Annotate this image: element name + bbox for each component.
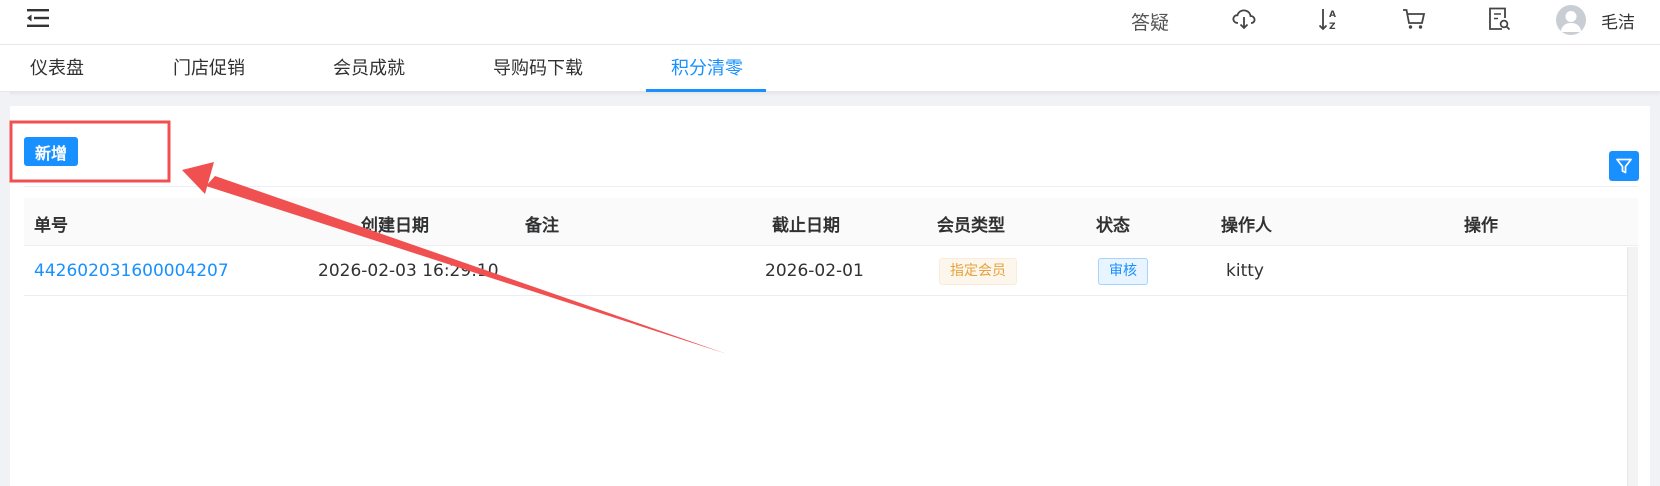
- order-number-link[interactable]: 442602031600004207: [34, 261, 229, 281]
- operator-cell: kitty: [1226, 261, 1264, 281]
- created-date-cell: 2026-02-03 16:29:10: [318, 261, 499, 281]
- column-header-deadline: 截止日期: [772, 216, 840, 236]
- add-button[interactable]: 新增: [24, 137, 78, 166]
- content-panel: [10, 106, 1650, 486]
- member-type-tag: 指定会员: [939, 258, 1017, 285]
- sort-az-icon[interactable]: A Z: [1316, 6, 1342, 32]
- svg-text:Z: Z: [1329, 22, 1336, 32]
- tab-store-promotion[interactable]: 门店促销: [173, 45, 245, 92]
- svg-text:A: A: [1329, 10, 1336, 20]
- table-row: 442602031600004207 2026-02-03 16:29:10 2…: [24, 247, 1628, 296]
- filter-icon: [1616, 158, 1632, 174]
- column-header-action: 操作: [1464, 216, 1498, 236]
- column-header-order-no: 单号: [34, 216, 68, 236]
- tab-dashboard[interactable]: 仪表盘: [30, 45, 84, 92]
- column-header-status: 状态: [1096, 216, 1130, 236]
- deadline-cell: 2026-02-01: [765, 261, 864, 281]
- column-header-member-type: 会员类型: [937, 216, 1005, 236]
- menu-fold-icon[interactable]: [26, 7, 52, 29]
- vertical-scrollbar[interactable]: [1627, 247, 1638, 486]
- divider: [24, 186, 1638, 187]
- tab-points-clear[interactable]: 积分清零: [671, 45, 743, 92]
- cart-icon[interactable]: [1401, 6, 1427, 32]
- cloud-download-icon[interactable]: [1231, 6, 1257, 32]
- column-header-created-date: 创建日期: [361, 216, 429, 236]
- username[interactable]: 毛洁: [1601, 8, 1635, 33]
- table-header: 单号 创建日期 备注 截止日期 会员类型 状态 操作人 操作: [24, 198, 1638, 246]
- qa-link[interactable]: 答疑: [1131, 8, 1169, 35]
- status-badge: 审核: [1098, 258, 1148, 285]
- tab-bar: 仪表盘 门店促销 会员成就 导购码下载 积分清零: [0, 44, 1660, 92]
- tab-member-achievement[interactable]: 会员成就: [333, 45, 405, 92]
- column-header-operator: 操作人: [1221, 216, 1272, 236]
- filter-button[interactable]: [1609, 151, 1639, 181]
- document-search-icon[interactable]: [1486, 6, 1512, 32]
- active-tab-indicator: [646, 89, 766, 92]
- top-header: 答疑 A Z 毛洁: [0, 0, 1660, 44]
- user-avatar-icon[interactable]: [1556, 5, 1586, 35]
- tab-guide-code-download[interactable]: 导购码下载: [493, 45, 583, 92]
- page-background: [0, 92, 10, 486]
- column-header-remark: 备注: [525, 216, 559, 236]
